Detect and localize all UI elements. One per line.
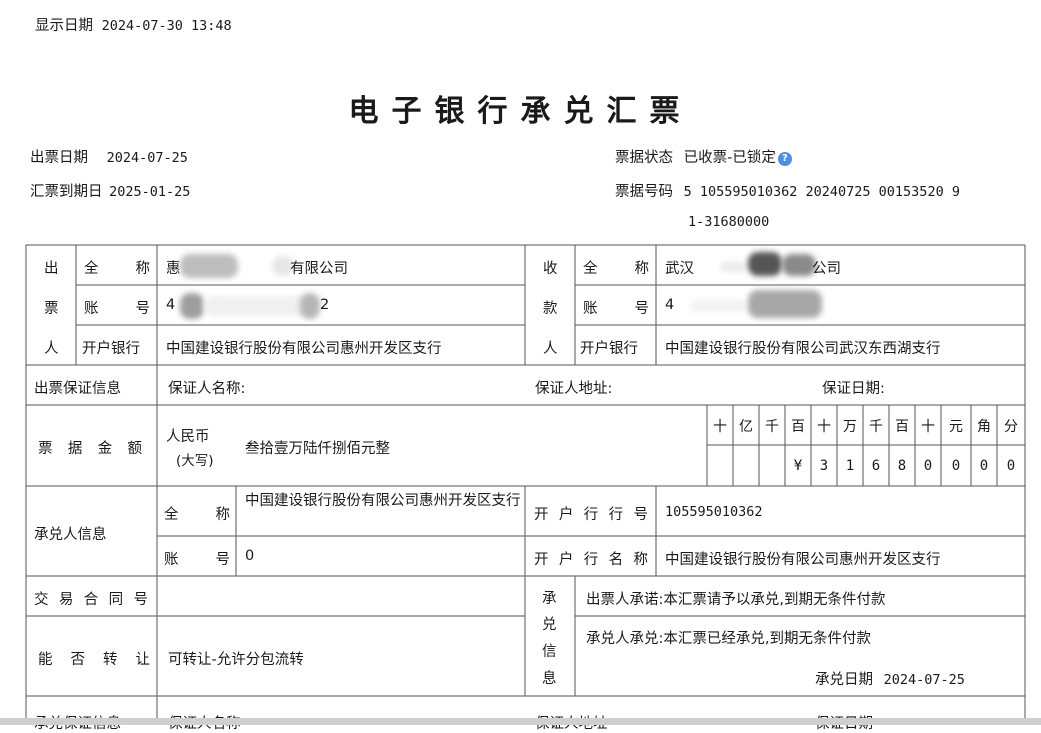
amount-digit-cell: 3 [819,458,829,474]
display-date: 显示日期 2024-07-30 13:48 [35,14,232,35]
acceptance-label-char: 信 [542,644,557,660]
redaction [748,290,822,318]
acceptor-bank-name-value: 中国建设银行股份有限公司惠州开发区支行 [665,552,941,568]
bill-number-line2: 1-31680000 [688,214,770,230]
redaction [180,293,204,319]
bill-status-value: 已收票-已锁定 [683,150,776,166]
acceptor-promise: 承兑人承兑:本汇票已经承兑,到期无条件付款 [586,631,871,647]
drawer-label-char: 人 [44,341,59,357]
acceptance-label-char: 息 [542,671,557,687]
guarantor-name-label: 保证人名称: [168,381,246,397]
acceptance-date: 承兑日期 2024-07-25 [815,668,965,689]
amount-unit-cell: 分 [1004,419,1018,435]
bill-status-label: 票据状态 [615,150,673,166]
guarantee-label: 出票保证信息 [34,381,121,397]
acceptance-label-char: 兑 [542,617,557,633]
payee-account-label: 账 号 [583,301,649,317]
amount-unit-cell: 万 [843,419,857,435]
acceptor-account-label: 账 号 [164,552,230,568]
bill-status: 票据状态 已收票-已锁定? [615,146,792,167]
amount-label: 票据金额 [38,441,142,457]
bill-number: 票据号码 5 105595010362 20240725 00153520 9 [615,180,960,201]
payee-name-value: 武汉 [665,261,694,277]
amount-unit-cell: 元 [949,419,963,435]
due-date: 汇票到期日 2025-01-25 [30,180,190,201]
amount-unit-cell: 角 [977,419,991,435]
due-date-value: 2025-01-25 [109,184,191,200]
drawer-name-label: 全 称 [84,261,150,277]
amount-unit-cell: 千 [869,419,883,435]
horizontal-scrollbar[interactable] [0,718,1041,725]
amount-unit-cell: 十 [817,419,831,435]
amount-unit-cell: 亿 [739,419,753,435]
drawer-name-value: 惠 [166,261,181,277]
acceptance-date-label: 承兑日期 [815,672,873,688]
drawer-promise: 出票人承诺:本汇票请予以承兑,到期无条件付款 [586,592,886,608]
redaction [782,254,816,276]
drawer-bank-value: 中国建设银行股份有限公司惠州开发区支行 [166,341,442,357]
payee-label-char: 收 [543,261,558,277]
amount-digit-cell: 1 [845,458,855,474]
amount-digit-cell: 0 [979,458,989,474]
drawer-name-suffix: 有限公司 [290,261,348,277]
currency-label: 人民币 [166,429,210,445]
redaction [748,252,782,276]
amount-digit-cell: 8 [897,458,907,474]
currency-capital-label: (大写) [176,453,214,469]
amount-unit-cell: 十 [713,419,727,435]
payee-account-value: 4 [665,297,675,313]
payee-bank-value: 中国建设银行股份有限公司武汉东西湖支行 [665,341,941,357]
payee-name-label: 全 称 [583,261,649,277]
drawer-bank-label: 开户银行 [82,341,140,357]
payee-label-char: 款 [543,301,558,317]
acceptor-label: 承兑人信息 [34,527,107,543]
drawer-label-char: 出 [44,261,59,277]
bill-number-line1: 5 105595010362 20240725 00153520 9 [683,184,960,200]
guarantor-address-label: 保证人地址: [535,381,613,397]
acceptance-label-char: 承 [542,591,557,607]
amount-in-words: 叁拾壹万陆仟捌佰元整 [245,441,390,457]
guarantee-date-label: 保证日期: [822,381,885,397]
redaction [690,300,746,312]
acceptor-name-label: 全 称 [164,507,230,523]
display-date-value: 2024-07-30 13:48 [101,18,232,34]
due-date-label: 汇票到期日 [30,184,103,200]
issue-date-label: 出票日期 [30,150,88,166]
bill-number-label: 票据号码 [615,184,673,200]
page-title: 电子银行承兑汇票 [348,94,693,129]
issue-date-value: 2024-07-25 [106,150,188,166]
drawer-label-char: 票 [44,301,59,317]
amount-unit-cell: 百 [791,419,805,435]
amount-digit-cell: 0 [951,458,961,474]
redaction [300,293,320,319]
amount-unit-cell: 百 [895,419,909,435]
issue-date: 出票日期 2024-07-25 [30,146,188,167]
contract-label: 交易合同号 [34,592,148,608]
redaction [180,254,238,278]
payee-bank-label: 开户银行 [580,341,638,357]
payee-label-char: 人 [543,341,558,357]
acceptance-date-value: 2024-07-25 [883,672,965,688]
amount-digit-cell: 0 [1006,458,1016,474]
drawer-account-value-end: 2 [320,297,330,313]
amount-digit-cell: 0 [923,458,933,474]
help-icon[interactable]: ? [777,152,792,166]
acceptor-bank-no-value: 105595010362 [665,504,763,520]
drawer-account-value: 4 [166,297,176,313]
transfer-value: 可转让-允许分包流转 [168,652,304,668]
amount-unit-cell: 千 [765,419,779,435]
redaction [720,262,746,272]
amount-unit-cell: 十 [921,419,935,435]
amount-digit-cell: 6 [871,458,881,474]
acceptor-name-value: 中国建设银行股份有限公司惠州开发区支行 [245,493,521,509]
acceptor-bank-name-label: 开户行名称 [534,552,648,568]
transfer-label: 能否转让 [38,652,150,668]
redaction [204,296,314,316]
acceptor-bank-no-label: 开户行行号 [534,507,648,523]
acceptor-account-value: 0 [245,548,255,564]
payee-name-suffix: 公司 [812,261,841,277]
drawer-account-label: 账 号 [84,301,150,317]
amount-digit-cell: ¥ [793,458,803,474]
display-date-label: 显示日期 [35,18,93,34]
